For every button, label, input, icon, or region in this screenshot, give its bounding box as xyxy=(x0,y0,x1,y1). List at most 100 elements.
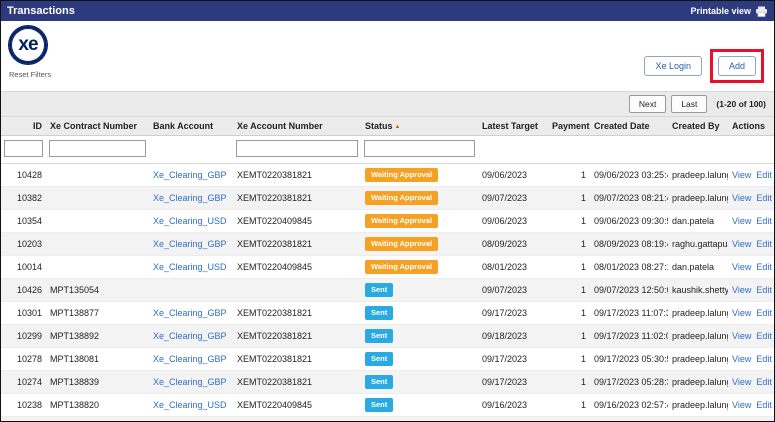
reset-filters-link[interactable]: Reset Filters xyxy=(9,70,51,79)
top-header-bar: Transactions Printable view xyxy=(1,1,774,21)
bank-account-link[interactable]: Xe_Clearing_GBP xyxy=(153,170,227,180)
cell-account-number: XEMT0220409845 xyxy=(233,394,361,417)
column-header-status[interactable]: Status▲ xyxy=(361,117,478,136)
cell-account-number: XEMT0220381821 xyxy=(233,164,361,187)
view-link[interactable]: View xyxy=(732,170,751,180)
view-link[interactable]: View xyxy=(732,285,751,295)
column-header-created-by[interactable]: Created By xyxy=(668,117,728,136)
cell-bank-account: Xe_Clearing_GBP xyxy=(149,233,233,256)
cell-bank-account: Xe_Clearing_GBP xyxy=(149,325,233,348)
edit-link[interactable]: Edit xyxy=(756,331,772,341)
edit-link[interactable]: Edit xyxy=(756,354,772,364)
bank-account-link[interactable]: Xe_Clearing_GBP xyxy=(153,193,227,203)
cell-created-by: dan.patela xyxy=(668,256,728,279)
view-link[interactable]: View xyxy=(732,331,751,341)
page-title: Transactions xyxy=(7,5,75,17)
status-badge: Waiting Approval xyxy=(365,214,438,228)
cell-created-date: 09/16/2023 02:47:57 xyxy=(590,417,668,422)
edit-link[interactable]: Edit xyxy=(756,239,772,249)
view-link[interactable]: View xyxy=(732,400,751,410)
column-header-account[interactable]: Xe Account Number xyxy=(233,117,361,136)
status-badge: Waiting Approval xyxy=(365,191,438,205)
column-header-id[interactable]: ID xyxy=(1,117,46,136)
edit-link[interactable]: Edit xyxy=(756,216,772,226)
cell-status: Waiting Approval xyxy=(361,210,478,233)
cell-payments: 1 xyxy=(548,187,590,210)
table-body: 10428Xe_Clearing_GBPXEMT0220381821Waitin… xyxy=(1,164,774,422)
view-link[interactable]: View xyxy=(732,308,751,318)
column-header-payments[interactable]: Payments xyxy=(548,117,590,136)
toolbar-buttons: Xe Login Add xyxy=(644,49,764,83)
status-badge: Sent xyxy=(365,329,393,343)
cell-latest-target: 09/16/2023 xyxy=(478,417,548,422)
account-filter-input[interactable] xyxy=(236,140,358,157)
view-link[interactable]: View xyxy=(732,354,751,364)
cell-id: 10382 xyxy=(1,187,46,210)
column-header-contract[interactable]: Xe Contract Number xyxy=(46,117,149,136)
cell-status: Sent xyxy=(361,279,478,302)
sub-header: xe Reset Filters Xe Login Add xyxy=(1,21,774,91)
bank-account-link[interactable]: Xe_Clearing_GBP xyxy=(153,377,227,387)
view-link[interactable]: View xyxy=(732,239,751,249)
next-page-button[interactable]: Next xyxy=(629,95,666,113)
table-row: 10354Xe_Clearing_USDXEMT0220409845Waitin… xyxy=(1,210,774,233)
view-link[interactable]: View xyxy=(732,262,751,272)
cell-id: 10274 xyxy=(1,371,46,394)
view-link[interactable]: View xyxy=(732,216,751,226)
cell-account-number: XEMT0220381821 xyxy=(233,187,361,210)
bank-account-link[interactable]: Xe_Clearing_USD xyxy=(153,216,227,226)
cell-status: Sent xyxy=(361,417,478,422)
cell-status: Waiting Approval xyxy=(361,187,478,210)
status-badge: Waiting Approval xyxy=(365,168,438,182)
cell-latest-target: 09/18/2023 xyxy=(478,325,548,348)
edit-link[interactable]: Edit xyxy=(756,285,772,295)
cell-latest-target: 09/07/2023 xyxy=(478,187,548,210)
column-header-created-date[interactable]: Created Date xyxy=(590,117,668,136)
column-header-bank[interactable]: Bank Account xyxy=(149,117,233,136)
cell-created-by: pradeep.lalung xyxy=(668,348,728,371)
view-link[interactable]: View xyxy=(732,377,751,387)
column-header-target[interactable]: Latest Target xyxy=(478,117,548,136)
cell-status: Sent xyxy=(361,325,478,348)
cell-status: Sent xyxy=(361,394,478,417)
id-filter-input[interactable] xyxy=(4,140,43,157)
edit-link[interactable]: Edit xyxy=(756,308,772,318)
cell-contract-number: MPT135054 xyxy=(46,279,149,302)
cell-payments: 1 xyxy=(548,417,590,422)
edit-link[interactable]: Edit xyxy=(756,170,772,180)
cell-latest-target: 09/06/2023 xyxy=(478,210,548,233)
table-row: 10203Xe_Clearing_GBPXEMT0220381821Waitin… xyxy=(1,233,774,256)
view-link[interactable]: View xyxy=(732,193,751,203)
cell-latest-target: 09/17/2023 xyxy=(478,302,548,325)
logo-block: xe Reset Filters xyxy=(9,26,51,82)
status-filter-input[interactable] xyxy=(364,140,475,157)
add-button[interactable]: Add xyxy=(718,56,756,76)
cell-actions: View Edit xyxy=(728,371,774,394)
last-page-button[interactable]: Last xyxy=(671,95,707,113)
printable-view-link[interactable]: Printable view xyxy=(690,6,768,17)
status-badge: Waiting Approval xyxy=(365,237,438,251)
cell-bank-account: Xe_Clearing_GBP xyxy=(149,302,233,325)
edit-link[interactable]: Edit xyxy=(756,193,772,203)
cell-actions: View Edit xyxy=(728,325,774,348)
bank-account-link[interactable]: Xe_Clearing_GBP xyxy=(153,331,227,341)
bank-account-link[interactable]: Xe_Clearing_USD xyxy=(153,262,227,272)
pagination-bar: Next Last (1-20 of 100) xyxy=(1,91,774,117)
edit-link[interactable]: Edit xyxy=(756,377,772,387)
cell-id: 10299 xyxy=(1,325,46,348)
cell-status: Waiting Approval xyxy=(361,256,478,279)
contract-filter-input[interactable] xyxy=(49,140,146,157)
cell-contract-number xyxy=(46,256,149,279)
bank-account-link[interactable]: Xe_Clearing_GBP xyxy=(153,308,227,318)
bank-account-link[interactable]: Xe_Clearing_GBP xyxy=(153,354,227,364)
xe-login-button[interactable]: Xe Login xyxy=(644,56,702,76)
bank-account-link[interactable]: Xe_Clearing_USD xyxy=(153,400,227,410)
add-button-highlight: Add xyxy=(710,49,764,83)
cell-account-number: XEMT0220381821 xyxy=(233,302,361,325)
cell-contract-number: MPT138081 xyxy=(46,348,149,371)
bank-account-link[interactable]: Xe_Clearing_GBP xyxy=(153,239,227,249)
edit-link[interactable]: Edit xyxy=(756,262,772,272)
column-header-actions: Actions xyxy=(728,117,774,136)
table-row: 10014Xe_Clearing_USDXEMT0220409845Waitin… xyxy=(1,256,774,279)
edit-link[interactable]: Edit xyxy=(756,400,772,410)
